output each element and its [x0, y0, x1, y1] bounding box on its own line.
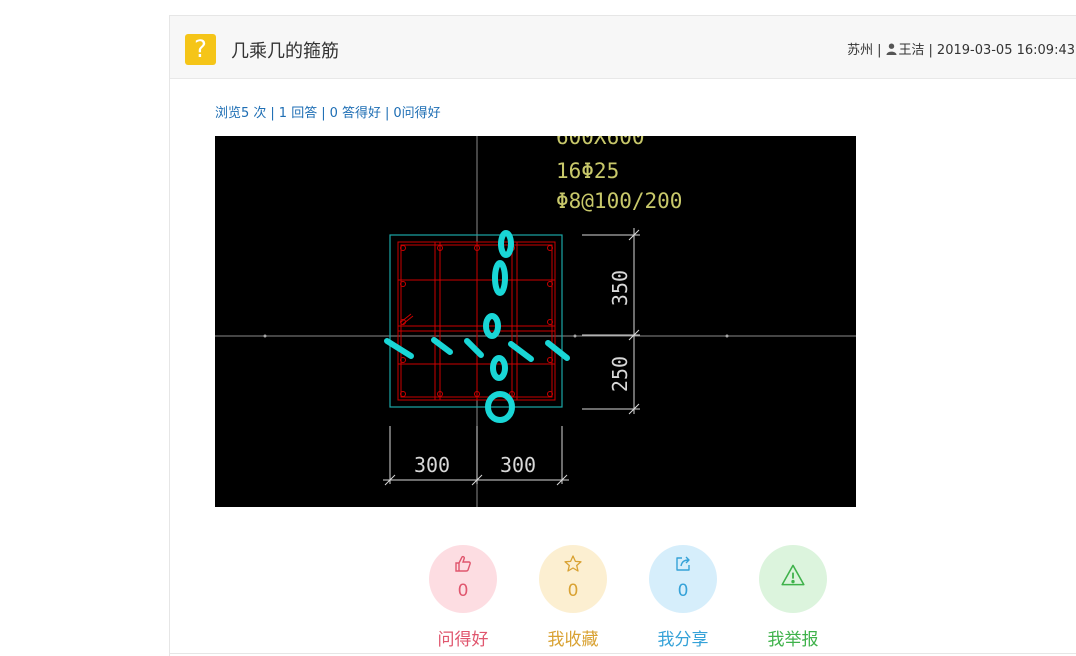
- author-link[interactable]: 王洁: [899, 43, 925, 58]
- report-button[interactable]: 我举报: [753, 545, 833, 650]
- dimension-label-top: 350: [608, 270, 632, 306]
- share-button[interactable]: 0 我分享: [643, 545, 723, 650]
- question-meta: 苏州 | 王洁 | 2019-03-05 16:09:43: [847, 39, 1075, 58]
- annotation-size: 600X600: [556, 136, 645, 149]
- views-count: 浏览5 次: [215, 106, 267, 121]
- stats-separator: |: [385, 106, 390, 121]
- share-label: 我分享: [657, 630, 709, 650]
- favorite-label: 我收藏: [547, 630, 599, 650]
- dimension-label-right: 300: [500, 453, 536, 477]
- annotation-rebar: 16Φ25: [556, 159, 619, 183]
- cad-drawing-image[interactable]: 600X600 16Φ25 Φ8@100/200 350 250 300 300: [215, 125, 856, 507]
- like-label: 问得好: [437, 630, 489, 650]
- card-bottom-divider: [170, 653, 1076, 654]
- thumbs-up-icon: [455, 555, 471, 572]
- report-circle[interactable]: [759, 545, 827, 613]
- warning-icon: [781, 564, 805, 586]
- meta-separator: |: [877, 43, 882, 58]
- like-question-button[interactable]: 0 问得好: [423, 545, 503, 650]
- favorite-button[interactable]: 0 我收藏: [533, 545, 613, 650]
- good-questions-count: 0问得好: [393, 106, 441, 121]
- annotation-stirrup: Φ8@100/200: [556, 189, 682, 213]
- like-count: 0: [457, 581, 469, 601]
- share-count: 0: [677, 581, 689, 601]
- datetime-text: 2019-03-05 16:09:43: [936, 43, 1075, 58]
- share-icon: [676, 556, 690, 571]
- meta-separator: |: [928, 43, 933, 58]
- question-mark-icon: ?: [185, 34, 216, 65]
- dimension-label-left: 300: [414, 453, 450, 477]
- user-icon: [886, 43, 897, 55]
- good-answers-count: 0 答得好: [329, 106, 381, 121]
- question-card: ? 几乘几的箍筋 苏州 | 王洁 | 2019-03-05 16:09:43 浏览5 次…: [169, 15, 1076, 656]
- location-text: 苏州: [847, 43, 874, 58]
- dimension-label-bottom: 250: [608, 356, 632, 392]
- stats-separator: |: [321, 106, 326, 121]
- question-header: ? 几乘几的箍筋 苏州 | 王洁 | 2019-03-05 16:09:43: [170, 16, 1076, 79]
- report-label: 我举报: [767, 630, 819, 650]
- question-stats: 浏览5 次 | 1 回答 | 0 答得好 | 0问得好: [215, 102, 441, 121]
- share-circle[interactable]: 0: [649, 545, 717, 613]
- star-icon: [564, 555, 582, 572]
- like-circle[interactable]: 0: [429, 545, 497, 613]
- stats-separator: |: [270, 106, 275, 121]
- favorite-count: 0: [567, 581, 579, 601]
- action-bar: 0 问得好 0 我收藏 0 我分享 我举报: [170, 545, 1076, 655]
- favorite-circle[interactable]: 0: [539, 545, 607, 613]
- answers-count[interactable]: 1 回答: [279, 106, 317, 121]
- cad-drawing-svg: 600X600 16Φ25 Φ8@100/200 350 250 300 300: [215, 125, 856, 507]
- question-title: 几乘几的箍筋: [231, 41, 339, 62]
